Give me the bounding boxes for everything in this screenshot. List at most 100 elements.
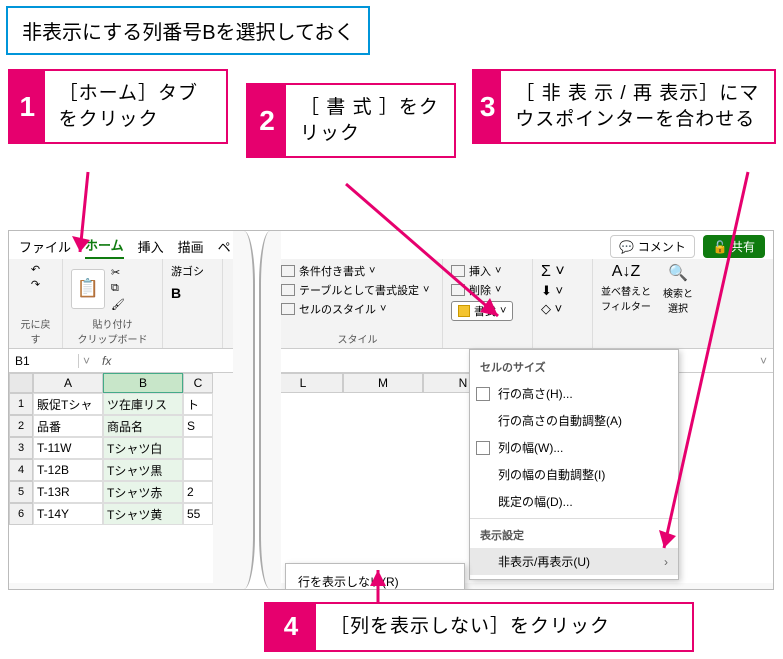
cell[interactable]: 商品名 [103, 415, 183, 437]
insert-cells-button[interactable]: 挿入 ˅ [451, 263, 524, 279]
cell[interactable]: Tシャツ黒 [103, 459, 183, 481]
paste-icon[interactable]: 📋 [71, 269, 105, 309]
cell[interactable]: Tシャツ白 [103, 437, 183, 459]
col-header-m[interactable]: M [343, 373, 423, 393]
autofit-col-item[interactable]: 列の幅の自動調整(I) [470, 461, 678, 488]
cell[interactable]: T-12B [33, 459, 103, 481]
cell[interactable] [183, 437, 213, 459]
bold-button[interactable]: B [171, 285, 181, 301]
row-header[interactable]: 4 [9, 459, 33, 481]
default-width-label: 既定の幅(D)... [498, 493, 573, 510]
autofit-col-label: 列の幅の自動調整(I) [498, 466, 605, 483]
row-header[interactable]: 5 [9, 481, 33, 503]
table-format-icon [281, 284, 295, 296]
cell[interactable]: T-11W [33, 437, 103, 459]
delete-icon [451, 284, 465, 296]
tab-file[interactable]: ファイル [19, 237, 71, 259]
comment-button[interactable]: 💬 コメント [610, 235, 694, 258]
format-button[interactable]: 書式 ˅ [451, 301, 513, 321]
cell[interactable]: 品番 [33, 415, 103, 437]
copy-icon[interactable]: ⧉ [111, 282, 125, 295]
hide-rows-item[interactable]: 行を表示しない(R) [286, 568, 464, 590]
namebox-dropdown-icon[interactable]: ˅ [79, 354, 94, 368]
find-select-button[interactable]: 🔍 検索と 選択 [663, 263, 693, 315]
table-row: 3T-11WTシャツ白 [9, 437, 213, 459]
cell[interactable]: T-14Y [33, 503, 103, 525]
cell-styles-button[interactable]: セルのスタイル ˅ [281, 301, 434, 317]
format-label: 書式 [474, 303, 496, 319]
cell-size-section: セルのサイズ [470, 354, 678, 380]
cell[interactable]: ト [183, 393, 213, 415]
col-header-b[interactable]: B [103, 373, 183, 393]
delete-label: 削除 [469, 282, 491, 298]
clear-icon[interactable]: ◇ ˅ [541, 301, 562, 317]
callout-2-text: ［ 書 式 ］をクリック [286, 85, 454, 156]
tab-home[interactable]: ホーム [85, 235, 124, 259]
display-section: 表示設定 [470, 522, 678, 548]
cell[interactable]: 55 [183, 503, 213, 525]
cell[interactable]: S [183, 415, 213, 437]
row-height-icon [476, 387, 490, 401]
row-height-item[interactable]: 行の高さ(H)... [470, 380, 678, 407]
cell[interactable]: Tシャツ赤 [103, 481, 183, 503]
tab-insert[interactable]: 挿入 [138, 237, 164, 259]
search-icon: 🔍 [668, 263, 688, 283]
callout-4-text: ［列を表示しない］をクリック [316, 604, 624, 650]
cell[interactable]: ツ在庫リス [103, 393, 183, 415]
cell[interactable]: Tシャツ黄 [103, 503, 183, 525]
cell[interactable]: 販促Tシャ [33, 393, 103, 415]
callout-3-text: ［ 非 表 示 / 再 表示］にマウスポインターを合わせる [501, 71, 774, 142]
col-width-icon [476, 441, 490, 455]
table-row: 4T-12BTシャツ黒 [9, 459, 213, 481]
autosum-icon[interactable]: Σ ˅ [541, 263, 565, 281]
formula-expand-icon[interactable]: ˅ [754, 354, 773, 368]
redo-icon[interactable]: ↷ [31, 278, 40, 291]
conditional-format-button[interactable]: 条件付き書式 ˅ [281, 263, 434, 279]
callout-2: 2 ［ 書 式 ］をクリック [246, 83, 456, 158]
callout-1-text: ［ホーム］タブをクリック [45, 71, 226, 142]
chevron-right-icon: › [664, 555, 668, 569]
col-header-a[interactable]: A [33, 373, 103, 393]
format-painter-icon[interactable]: 🖌 [111, 298, 125, 311]
row-header[interactable]: 3 [9, 437, 33, 459]
callout-3-number: 3 [474, 71, 501, 142]
autofit-row-item[interactable]: 行の高さの自動調整(A) [470, 407, 678, 434]
cut-icon[interactable]: ✂ [111, 266, 125, 279]
tab-draw[interactable]: 描画 [178, 237, 204, 259]
tab-truncated[interactable]: ペ [218, 237, 231, 259]
fill-icon[interactable]: ⬇ ˅ [541, 283, 563, 299]
undo-group-label: 元に戻す [17, 316, 54, 346]
table-row: 2品番商品名S [9, 415, 213, 437]
autofit-row-label: 行の高さの自動調整(A) [498, 412, 622, 429]
format-dropdown-menu: セルのサイズ 行の高さ(H)... 行の高さの自動調整(A) 列の幅(W)...… [469, 349, 679, 580]
comment-label: コメント [638, 240, 686, 254]
hide-unhide-label: 非表示/再表示(U) [498, 553, 590, 570]
col-header-c[interactable]: C [183, 373, 213, 393]
sort-label: 並べ替えと フィルター [601, 283, 651, 313]
row-header[interactable]: 2 [9, 415, 33, 437]
default-width-item[interactable]: 既定の幅(D)... [470, 488, 678, 515]
callout-4-number: 4 [266, 604, 316, 650]
table-row: 6T-14YTシャツ黄55 [9, 503, 213, 525]
insert-icon [451, 265, 465, 277]
delete-cells-button[interactable]: 削除 ˅ [451, 282, 524, 298]
table-row: 1販促Tシャツ在庫リスト [9, 393, 213, 415]
hide-unhide-item[interactable]: 非表示/再表示(U) › [470, 548, 678, 575]
name-box[interactable]: B1 [9, 354, 79, 368]
format-as-table-button[interactable]: テーブルとして書式設定 ˅ [281, 282, 434, 298]
sort-filter-button[interactable]: A↓Z 並べ替えと フィルター [601, 263, 651, 313]
undo-icon[interactable]: ↶ [31, 263, 40, 276]
select-all-corner[interactable] [9, 373, 33, 393]
callout-1: 1 ［ホーム］タブをクリック [8, 69, 228, 144]
cell[interactable] [183, 459, 213, 481]
cell[interactable]: T-13R [33, 481, 103, 503]
fx-icon[interactable]: fx [94, 354, 119, 368]
row-header[interactable]: 1 [9, 393, 33, 415]
col-width-item[interactable]: 列の幅(W)... [470, 434, 678, 461]
row-header[interactable]: 6 [9, 503, 33, 525]
insert-label: 挿入 [469, 263, 491, 279]
share-button[interactable]: 🔓 共有 [703, 235, 765, 258]
col-width-label: 列の幅(W)... [498, 439, 563, 456]
cell[interactable]: 2 [183, 481, 213, 503]
font-name[interactable]: 游ゴシ [171, 263, 204, 279]
